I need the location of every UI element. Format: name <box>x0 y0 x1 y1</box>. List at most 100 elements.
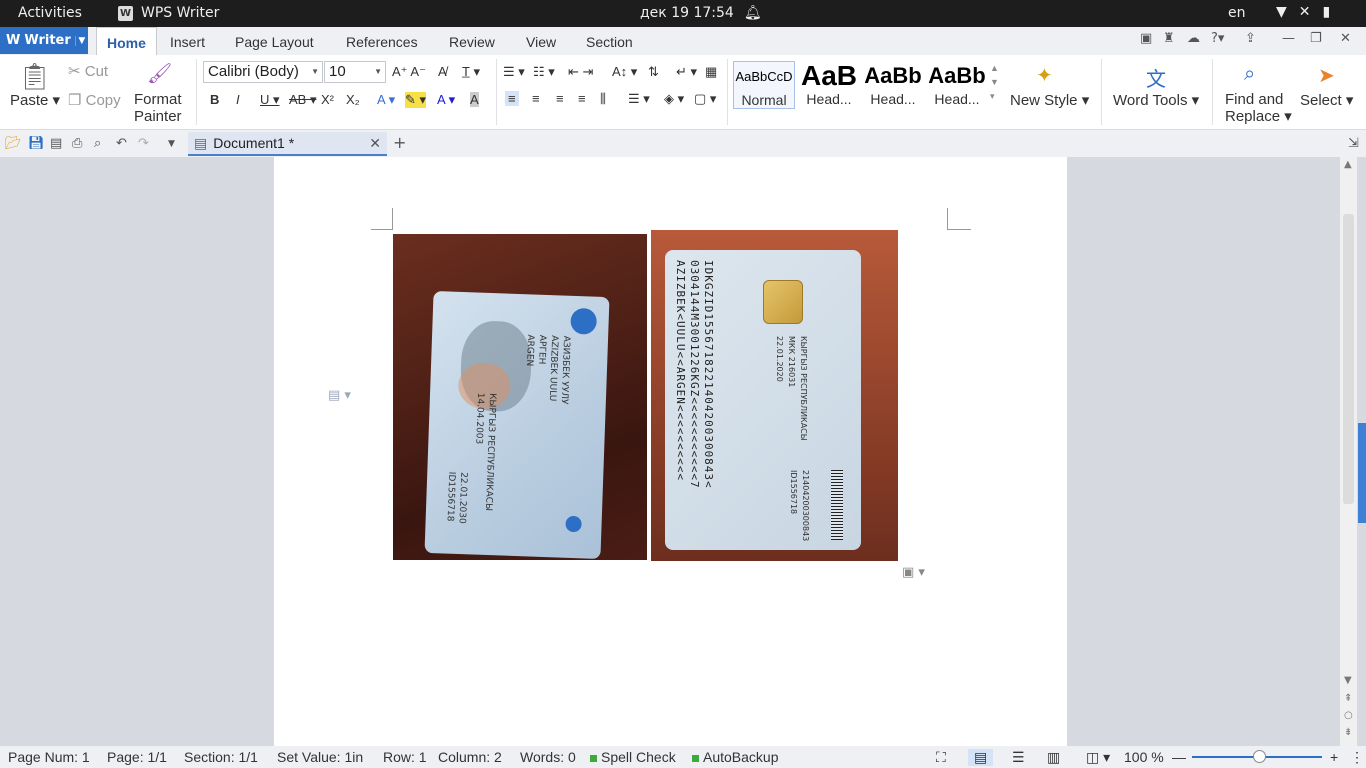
print-icon[interactable]: ⎙ <box>72 136 82 151</box>
spell-check-toggle[interactable]: Spell Check <box>590 749 676 765</box>
numbering-icon[interactable]: ☷ ▾ <box>533 64 555 80</box>
tshirt-icon[interactable]: ♜ <box>1163 31 1175 46</box>
sort-icon[interactable]: ⇅ <box>648 64 659 80</box>
autobackup-toggle[interactable]: AutoBackup <box>692 749 779 765</box>
close-icon[interactable]: ✕ <box>1340 31 1351 46</box>
style-scroll-icon[interactable]: ▲ ▼ ▾ <box>990 61 999 103</box>
clipboard-icon[interactable]: 📋︎ <box>18 61 51 92</box>
save-icon[interactable]: 💾︎ <box>28 136 45 151</box>
app-menu[interactable]: W WPS Writer <box>118 5 219 21</box>
tab-view[interactable]: View <box>526 34 556 50</box>
web-view-icon[interactable]: ▥ <box>1047 749 1060 766</box>
eye-protect-icon[interactable]: ◫ ▾ <box>1086 749 1110 766</box>
subscript-icon[interactable]: X₂ <box>346 92 360 107</box>
page-view-icon[interactable]: ▤ <box>968 749 994 766</box>
language-indicator[interactable]: en <box>1228 5 1246 21</box>
undo-icon[interactable]: ↶ <box>116 136 127 151</box>
table-icon[interactable]: ▦ <box>705 64 717 80</box>
highlight-icon[interactable]: ✎ ▾ <box>405 92 427 108</box>
paste-button[interactable]: Paste ▾ <box>10 91 60 109</box>
style-heading-2[interactable]: AaBb Head... <box>862 61 924 109</box>
side-panel-toggle[interactable] <box>1358 423 1366 523</box>
distribute-icon[interactable]: ⫼ <box>600 91 606 107</box>
select-browse-icon[interactable]: ○ <box>1344 710 1353 721</box>
print-preview-icon[interactable]: ⌕ <box>94 136 101 151</box>
line-spacing-icon[interactable]: ☰ ▾ <box>628 91 650 107</box>
align-center-icon[interactable]: ≡ <box>532 91 540 106</box>
zoom-in-icon[interactable]: + <box>1330 749 1338 765</box>
close-tab-icon[interactable]: ✕ <box>369 135 381 152</box>
show-marks-icon[interactable]: ↵ ▾ <box>676 64 697 80</box>
open-icon[interactable]: 📂︎ <box>5 136 22 151</box>
char-spacing-icon[interactable]: A↕ ▾ <box>612 64 637 80</box>
style-heading-3[interactable]: AaBb Head... <box>926 61 988 109</box>
document-tab[interactable]: ▤ Document1 * ✕ <box>188 132 387 156</box>
prev-page-icon[interactable]: ⇞ <box>1344 693 1352 704</box>
status-section[interactable]: Section: 1/1 <box>184 749 258 765</box>
style-heading-1[interactable]: AaB Head... <box>798 61 860 109</box>
grow-font-icon[interactable]: A⁺ A⁻ <box>392 64 426 80</box>
char-shading-icon[interactable]: A <box>470 92 479 107</box>
outline-view-icon[interactable]: ☰ <box>1012 749 1025 766</box>
clear-format-icon[interactable]: A̸ <box>438 64 447 79</box>
align-right-icon[interactable]: ≡ <box>556 91 564 106</box>
id-card-front-photo[interactable]: АЗИЗБЕК УУЛУ AZIZBEK UULU АРГЕН ARGEN КЫ… <box>393 234 647 560</box>
zoom-level[interactable]: 100 % <box>1124 749 1164 765</box>
scrollbar-thumb[interactable] <box>1343 214 1354 504</box>
fullscreen-icon[interactable]: ⛶ <box>936 749 946 766</box>
ribbon-collapse-icon[interactable]: ⇲ <box>1348 136 1359 151</box>
status-row[interactable]: Row: 1 <box>383 749 427 765</box>
copy-button[interactable]: ❐ Copy <box>68 91 121 109</box>
justify-icon[interactable]: ≡ <box>578 91 586 106</box>
tab-references[interactable]: References <box>346 34 418 50</box>
chevron-down-icon[interactable]: ▼ <box>74 35 88 46</box>
status-page[interactable]: Page: 1/1 <box>107 749 167 765</box>
scroll-top-icon[interactable]: ▲ <box>1344 159 1352 170</box>
scroll-down-icon[interactable]: ▼ <box>1344 675 1352 686</box>
new-tab-icon[interactable]: + <box>393 133 406 152</box>
zoom-out-icon[interactable]: — <box>1172 749 1186 765</box>
share-icon[interactable]: ⇪ <box>1245 31 1256 46</box>
export-pdf-icon[interactable]: ▤ <box>50 136 62 151</box>
style-normal[interactable]: AaBbCcD Normal <box>733 61 795 109</box>
underline-icon[interactable]: U ▾ <box>260 92 280 108</box>
system-tray[interactable]: ▼ ✕ ▮ <box>1276 4 1330 20</box>
status-page-num[interactable]: Page Num: 1 <box>8 749 90 765</box>
italic-icon[interactable]: I <box>236 92 240 107</box>
restore-icon[interactable]: ❐ <box>1310 31 1322 46</box>
word-tools-button[interactable]: Word Tools ▾ <box>1113 91 1199 109</box>
minimize-icon[interactable]: — <box>1282 31 1295 46</box>
font-name-select[interactable]: Calibri (Body) ▼ <box>203 61 323 83</box>
next-page-icon[interactable]: ⇟ <box>1344 727 1352 738</box>
status-set-value[interactable]: Set Value: 1in <box>277 749 363 765</box>
font-color-icon[interactable]: A ▾ <box>437 92 455 108</box>
tab-home[interactable]: Home <box>96 27 157 56</box>
writer-menu-button[interactable]: W Writer ▼ <box>0 27 88 54</box>
indent-icon[interactable]: ⇤ ⇥ <box>568 64 593 80</box>
text-style-icon[interactable]: A ▾ <box>377 92 395 108</box>
document-page[interactable]: ▤ ▾ АЗИЗБЕК УУЛУ AZIZBEK UULU АРГЕН ARGE… <box>274 157 1067 746</box>
format-painter-button[interactable]: Format Painter <box>134 91 182 125</box>
new-style-button[interactable]: New Style ▾ <box>1010 91 1089 109</box>
vertical-scrollbar[interactable]: ▲ ▼ ⇞ ○ ⇟ <box>1340 157 1357 746</box>
find-replace-button[interactable]: Find and Replace ▾ <box>1225 91 1292 125</box>
tab-review[interactable]: Review <box>449 34 495 50</box>
skin-icon[interactable]: ▣ <box>1140 31 1152 46</box>
borders-icon[interactable]: ▢ ▾ <box>694 91 716 107</box>
paste-options-icon-2[interactable]: ▣ ▾ <box>902 565 925 580</box>
chat-icon[interactable]: ☁ <box>1187 31 1200 46</box>
activities-button[interactable]: Activities <box>18 5 82 21</box>
zoom-slider-knob[interactable] <box>1253 750 1266 763</box>
paste-options-icon[interactable]: ▤ ▾ <box>328 388 351 403</box>
bullets-icon[interactable]: ☰ ▾ <box>503 64 525 80</box>
superscript-icon[interactable]: X² <box>321 92 334 107</box>
customize-dropdown-icon[interactable]: ▼ <box>168 139 175 149</box>
status-column[interactable]: Column: 2 <box>438 749 502 765</box>
tab-insert[interactable]: Insert <box>170 34 205 50</box>
text-effect-icon[interactable]: T̲ ▾ <box>462 64 480 80</box>
clock[interactable]: дек 19 17:54 🔔︎ <box>640 5 762 21</box>
help-icon[interactable]: ?▾ <box>1211 31 1224 46</box>
select-button[interactable]: Select ▾ <box>1300 91 1353 109</box>
id-card-back-photo[interactable]: IDKGZID1556718221404200300843< 0304144M3… <box>651 230 898 561</box>
tab-page-layout[interactable]: Page Layout <box>235 34 314 50</box>
